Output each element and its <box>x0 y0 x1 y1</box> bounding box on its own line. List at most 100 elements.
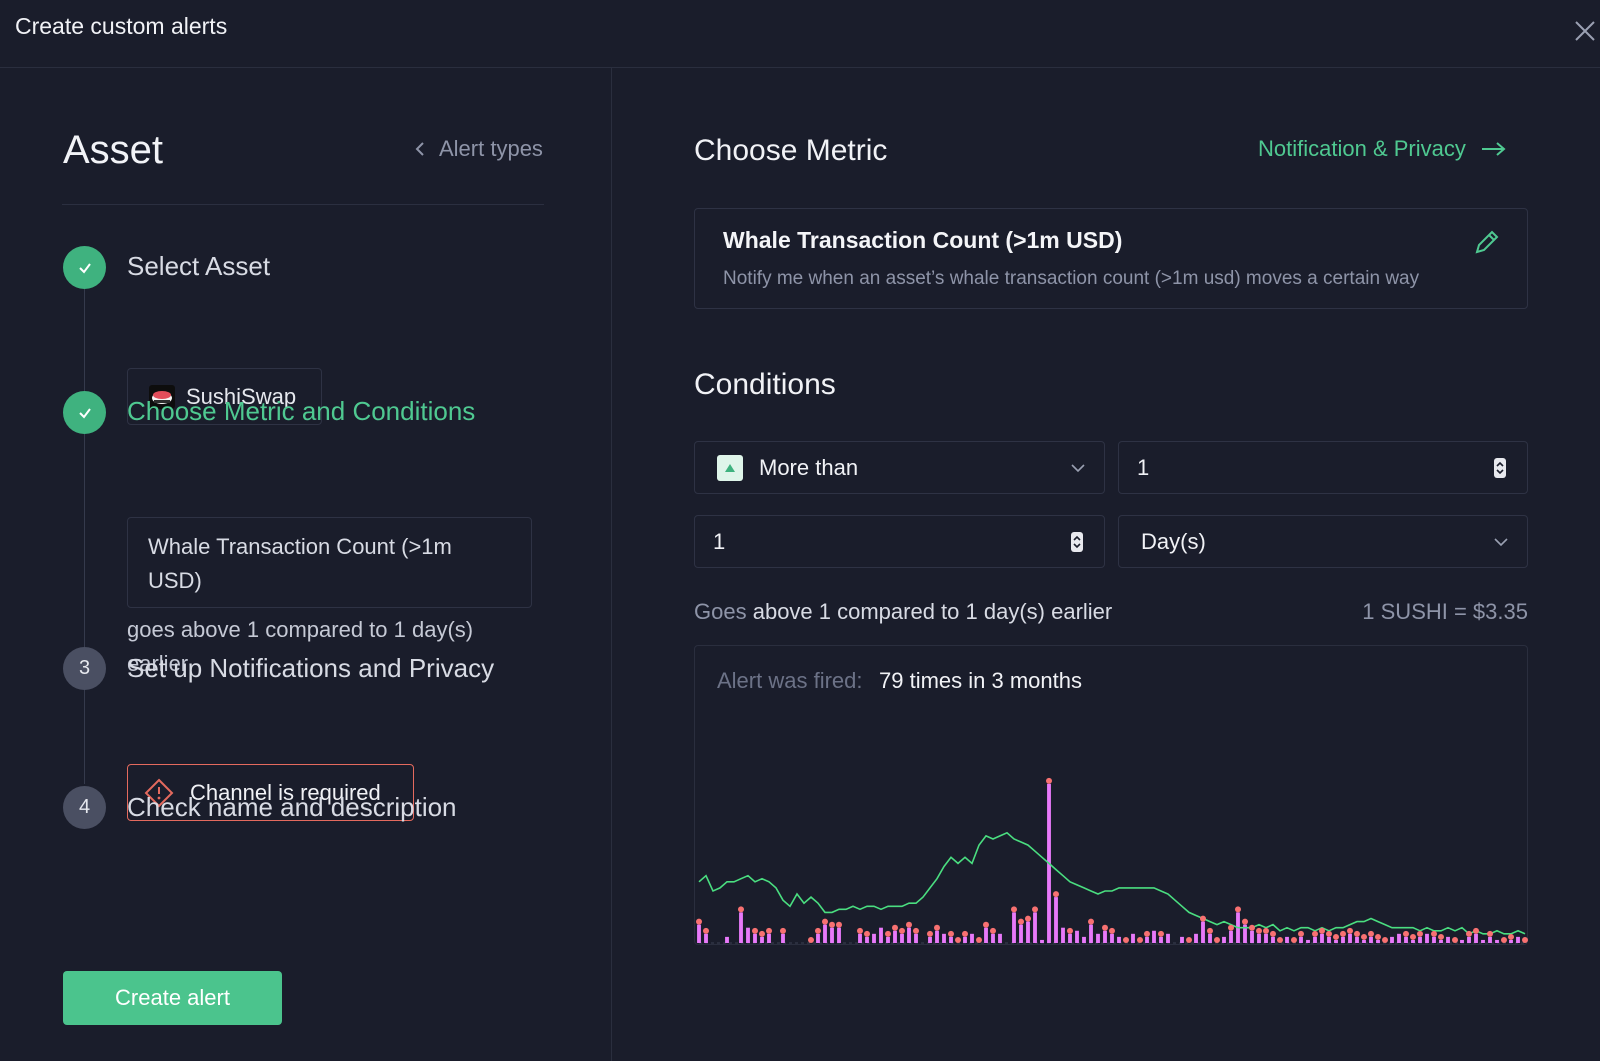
close-button[interactable] <box>1570 16 1600 46</box>
chart-bar <box>1103 930 1107 943</box>
chart-alert-point <box>1228 924 1234 931</box>
chart-alert-point <box>990 927 996 934</box>
chart-bar <box>1054 897 1058 943</box>
chart-bar <box>949 936 953 943</box>
threshold-input[interactable]: 1 <box>1118 441 1528 494</box>
chart-bar <box>1334 939 1338 943</box>
chart-bar <box>1467 936 1471 943</box>
chart-alert-point <box>696 918 702 925</box>
step-1-label[interactable]: Select Asset <box>127 251 270 282</box>
chart-bar <box>1145 936 1149 943</box>
step-3-number: 3 <box>63 647 106 690</box>
period-value-input[interactable]: 1 <box>694 515 1105 568</box>
chart-alert-point <box>1452 937 1458 943</box>
period-unit-select[interactable]: Day(s) <box>1118 515 1528 568</box>
chart-bar <box>1012 912 1016 943</box>
chart-alert-point <box>892 924 898 931</box>
chart-bar <box>1257 933 1261 943</box>
chart-alert-point <box>983 921 989 928</box>
chart-alert-point <box>857 927 863 934</box>
chart-alert-point <box>822 918 828 925</box>
pencil-icon[interactable] <box>1472 227 1502 257</box>
chevron-left-icon <box>415 142 424 156</box>
chart-alert-point <box>934 924 940 931</box>
metric-card-description: Notify me when an asset’s whale transact… <box>723 268 1420 289</box>
chart-alert-point <box>1382 937 1388 943</box>
stepper-icon[interactable] <box>1070 531 1084 553</box>
chart-bar <box>1082 936 1086 943</box>
notification-privacy-link[interactable]: Notification & Privacy <box>1258 136 1506 162</box>
chart-bar <box>963 936 967 943</box>
chart-bar <box>1040 939 1044 943</box>
step-2-check <box>63 391 106 434</box>
selected-metric-chip[interactable]: Whale Transaction Count (>1m USD) <box>127 517 532 608</box>
chart-bar <box>893 930 897 943</box>
chart-alert-point <box>1501 937 1507 943</box>
chart-bar <box>1495 939 1499 943</box>
chart-bar <box>1131 933 1135 943</box>
operator-select[interactable]: More than <box>694 441 1105 494</box>
chart-alert-point <box>1025 915 1031 922</box>
chart-bar <box>1460 939 1464 943</box>
chart-bar <box>865 936 869 943</box>
chart-alert-point <box>1214 937 1220 943</box>
chart-bar <box>1306 939 1310 943</box>
chart-alert-point <box>1487 930 1493 937</box>
step-3-label[interactable]: Set up Notifications and Privacy <box>127 653 494 684</box>
arrow-right-icon <box>1481 142 1506 156</box>
threshold-value: 1 <box>1137 454 1150 480</box>
chart-alert-point <box>766 927 772 934</box>
chart-alert-point <box>780 927 786 934</box>
chart-alert-point <box>1207 927 1213 934</box>
chart-bar <box>1285 936 1289 943</box>
chart-alert-point <box>1508 933 1514 940</box>
chart-bar <box>1026 921 1030 943</box>
chart-alert-point <box>1249 924 1255 931</box>
chart-bar <box>1341 936 1345 943</box>
chart-alert-point <box>885 930 891 937</box>
chart-bar <box>1390 936 1394 943</box>
chart-bar <box>1327 936 1331 943</box>
chart-alert-point <box>1088 918 1094 925</box>
chart-alert-point <box>1053 891 1059 898</box>
chart-alert-point <box>1158 930 1164 937</box>
chart-bar <box>1348 933 1352 943</box>
chart-alert-point <box>906 921 912 928</box>
chart-alert-point <box>1368 930 1374 937</box>
stepper-icon[interactable] <box>1493 457 1507 479</box>
chart-bar <box>1418 936 1422 943</box>
chart-bar <box>1313 936 1317 943</box>
chart-alert-point <box>1011 906 1017 913</box>
chart-bar <box>1362 939 1366 943</box>
chart-bar <box>1376 939 1380 943</box>
chart-alert-point <box>829 921 835 928</box>
check-icon <box>78 407 91 419</box>
condition-preview-bold: above 1 compared to 1 day(s) earlier <box>752 599 1113 624</box>
chart-bar <box>1509 939 1513 943</box>
chart-alert-point <box>1137 937 1143 943</box>
section-title: Choose Metric <box>694 134 888 167</box>
metric-card[interactable]: Whale Transaction Count (>1m USD) Notify… <box>694 208 1528 309</box>
chart-alert-point <box>913 927 919 934</box>
chart-canvas <box>696 777 1528 944</box>
chart-alert-point <box>1319 927 1325 934</box>
chart-bar <box>1180 936 1184 943</box>
chart-alert-point <box>1242 918 1248 925</box>
triangle-up-icon <box>717 454 743 481</box>
create-alert-button[interactable]: Create alert <box>63 971 282 1025</box>
chart-alert-point <box>1270 930 1276 937</box>
chart-bar <box>1089 924 1093 943</box>
panel-title: Asset <box>63 128 164 172</box>
alert-types-link[interactable]: Alert types <box>415 136 543 162</box>
step-2-label[interactable]: Choose Metric and Conditions <box>127 396 475 427</box>
alert-types-label: Alert types <box>439 136 543 161</box>
price-label: 1 SUSHI = $3.35 <box>1362 599 1528 624</box>
chart-alert-point <box>1186 937 1192 943</box>
chart-bar <box>1166 933 1170 943</box>
metric-card-title: Whale Transaction Count (>1m USD) <box>723 227 1123 253</box>
step-4-label[interactable]: Check name and description <box>127 792 457 823</box>
chart-alert-point <box>1046 777 1052 784</box>
chart-bar <box>739 912 743 943</box>
chart-bar <box>1019 924 1023 943</box>
chart-bar <box>1446 936 1450 943</box>
